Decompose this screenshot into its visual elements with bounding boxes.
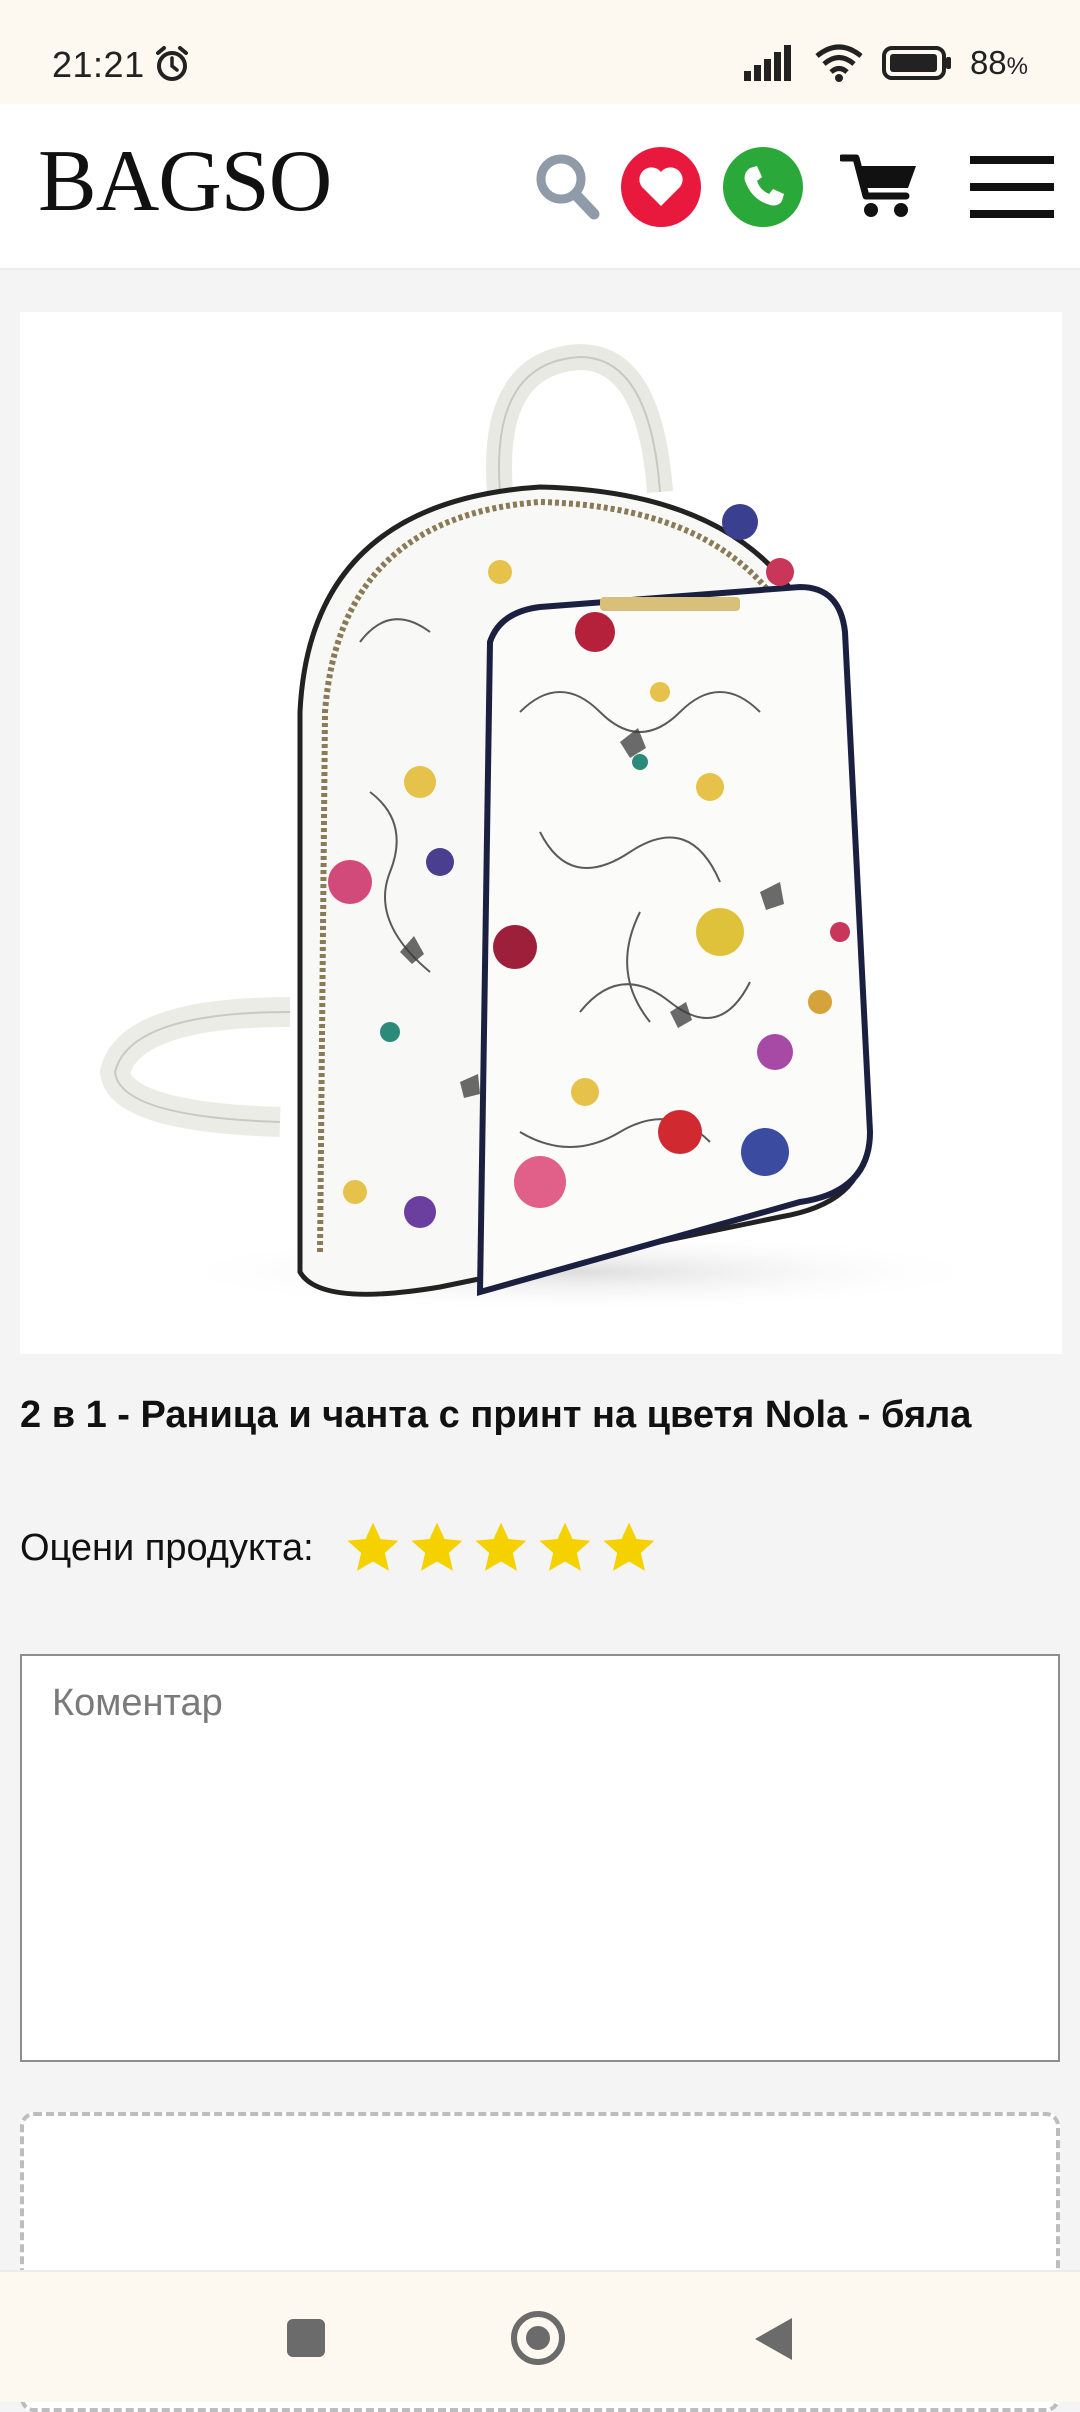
battery-percent: 88% (969, 44, 1028, 81)
system-navigation-bar (0, 2270, 1080, 2402)
recent-apps-square-icon[interactable] (286, 2318, 326, 2358)
rating-star-icon[interactable] (344, 1519, 402, 1577)
alarm-icon (156, 46, 188, 81)
comment-textarea[interactable] (20, 1654, 1060, 2062)
product-title: 2 в 1 - Раница и чанта с принт на цветя … (20, 1394, 972, 1436)
rating-star-icon[interactable] (536, 1519, 594, 1577)
rating-star-icon[interactable] (472, 1519, 530, 1577)
signal-icon (743, 45, 791, 81)
rating-star-icon[interactable] (408, 1519, 466, 1577)
floral-backpack-image (99, 343, 1000, 1312)
favorites-heart-icon[interactable] (620, 146, 702, 228)
rating-label: Оцени продукта: (20, 1526, 314, 1569)
rating-stars (344, 1519, 658, 1577)
product-image[interactable] (20, 312, 1062, 1354)
site-header: BAGSO (0, 104, 1080, 270)
search-icon[interactable] (534, 152, 600, 220)
home-circle-icon[interactable] (510, 2310, 566, 2366)
phone-icon[interactable] (722, 146, 804, 228)
status-indicators: 88% (743, 44, 1028, 82)
rating-star-icon[interactable] (600, 1519, 658, 1577)
status-time: 21:21 (52, 44, 145, 85)
back-triangle-icon[interactable] (752, 2316, 794, 2362)
site-logo[interactable]: BAGSO (38, 138, 332, 226)
battery-icon (881, 46, 951, 80)
cart-icon[interactable] (840, 152, 920, 220)
menu-hamburger-icon[interactable] (970, 156, 1054, 218)
rating-row: Оцени продукта: (20, 1516, 658, 1580)
status-bar: 21:21 88% (0, 0, 1080, 104)
wifi-icon (815, 44, 863, 82)
